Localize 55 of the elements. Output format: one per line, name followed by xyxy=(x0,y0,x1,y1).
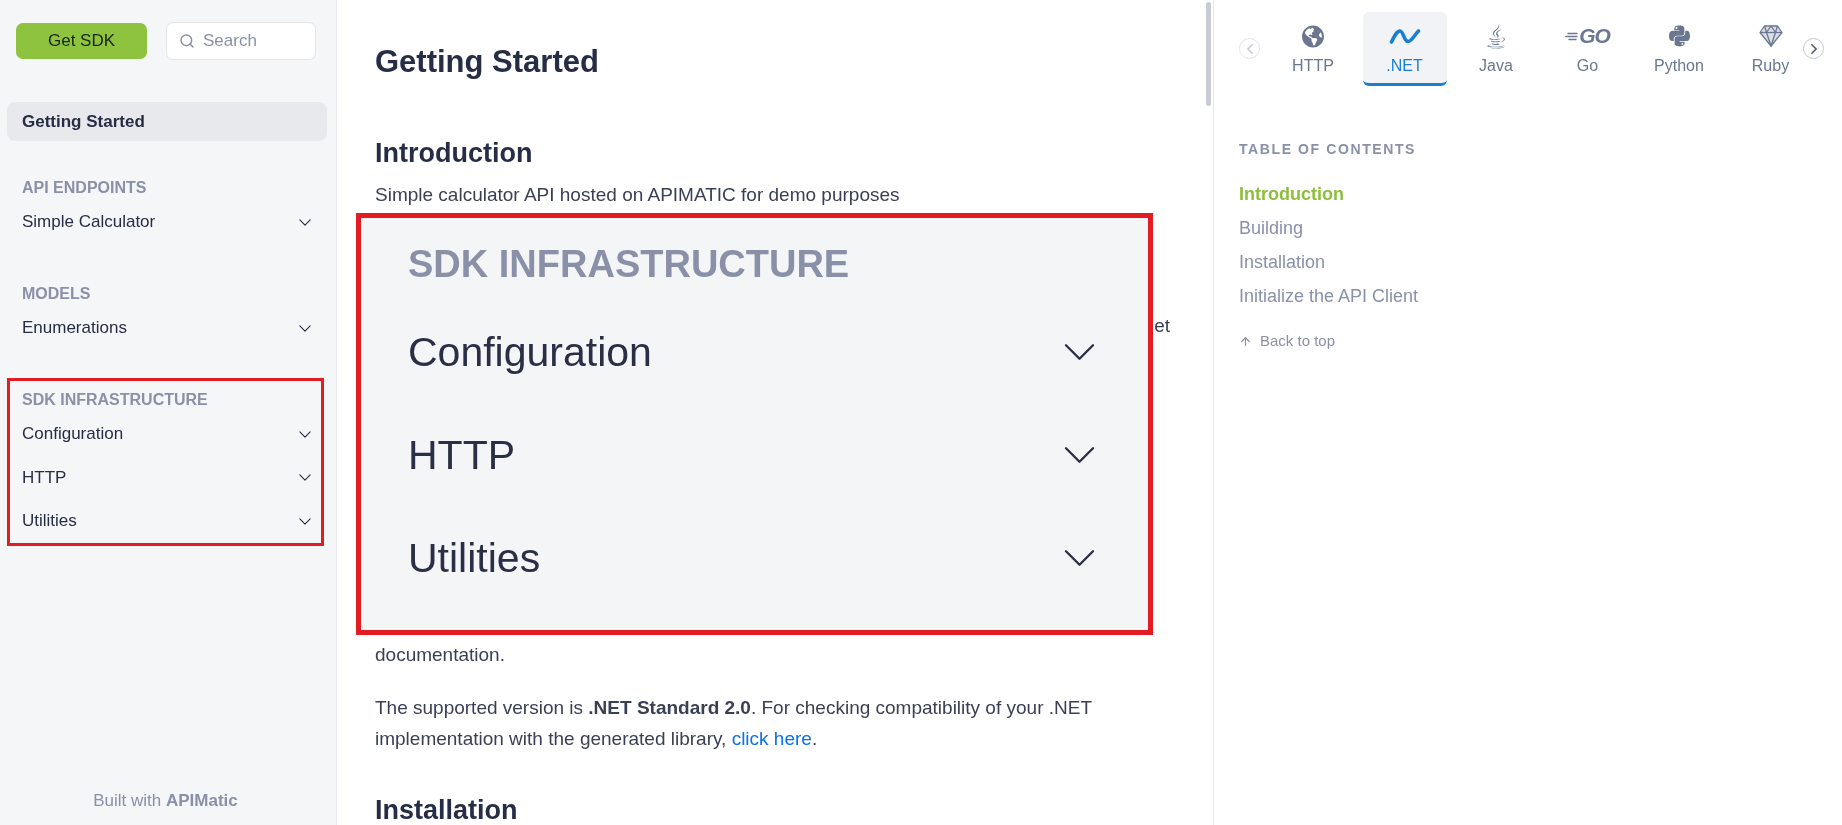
scrollbar-thumb[interactable] xyxy=(1206,2,1211,106)
gem-icon xyxy=(1758,25,1783,47)
back-to-top-link[interactable]: Back to top xyxy=(1239,332,1336,350)
next-button[interactable] xyxy=(1803,38,1824,59)
toc-link[interactable]: Initialize the API Client xyxy=(1239,279,1419,313)
callout-item: HTTP xyxy=(408,403,1096,507)
callout-heading: SDK INFRASTRUCTURE xyxy=(408,242,851,287)
text-fragment: et xyxy=(1154,314,1170,336)
callout-item: Utilities xyxy=(408,506,1096,610)
section-heading: Introduction xyxy=(375,138,534,168)
python-logo-icon xyxy=(1668,24,1690,48)
search-field[interactable]: Search xyxy=(166,22,316,60)
chevron-down-icon xyxy=(299,218,311,226)
sidebar-section-heading: MODELS xyxy=(22,283,92,304)
logo-wordmark: GO xyxy=(1579,25,1610,47)
chevron-left-icon xyxy=(1246,43,1253,54)
chevron-down-icon xyxy=(299,474,311,482)
search-icon xyxy=(179,33,195,49)
sidebar-item[interactable]: Simple Calculator xyxy=(22,200,311,244)
sidebar-section-heading: SDK INFRASTRUCTURE xyxy=(22,389,209,410)
toc-heading: TABLE OF CONTENTS xyxy=(1239,140,1417,158)
page-title: Getting Started xyxy=(375,43,600,80)
sidebar-item[interactable]: Configuration xyxy=(22,412,311,456)
sidebar-item[interactable]: Getting Started xyxy=(7,102,327,141)
sidebar-item[interactable]: HTTP xyxy=(22,456,311,500)
language-tab[interactable]: .NET xyxy=(1362,12,1447,86)
chevron-down-icon xyxy=(1063,446,1096,464)
speed-lines-icon xyxy=(1565,31,1579,41)
paragraph: documentation. xyxy=(375,642,506,667)
sidebar-section-heading: API ENDPOINTS xyxy=(22,177,148,198)
sidebar-item[interactable]: Utilities xyxy=(22,499,311,543)
inline-link[interactable]: click here xyxy=(731,727,812,749)
globe-icon xyxy=(1302,24,1324,48)
arrow-up-icon xyxy=(1239,334,1252,348)
language-tab[interactable]: GO Go xyxy=(1545,12,1630,86)
toc-link[interactable]: Building xyxy=(1239,211,1304,245)
wave-logo-icon xyxy=(1388,28,1421,44)
footer-credit: Built with APIMatic xyxy=(92,790,239,812)
chevron-down-icon xyxy=(1063,549,1096,567)
chevron-down-icon xyxy=(299,324,311,332)
paragraph: Simple calculator API hosted on APIMATIC for demo purposes xyxy=(375,183,901,207)
coffee-cup-icon xyxy=(1487,23,1505,49)
chevron-down-icon xyxy=(1063,343,1096,361)
toc-link[interactable]: Installation xyxy=(1239,245,1326,279)
chevron-down-icon xyxy=(299,517,311,525)
language-tab[interactable]: HTTP xyxy=(1271,12,1355,86)
chevron-down-icon xyxy=(299,430,311,438)
section-heading: Installation xyxy=(375,794,519,825)
callout-item: Configuration xyxy=(408,300,1096,404)
chevron-right-icon xyxy=(1810,43,1817,54)
get-sdk-button[interactable]: Get SDK xyxy=(16,23,147,59)
language-tab[interactable]: Java xyxy=(1454,12,1538,86)
sidebar-item[interactable]: Enumerations xyxy=(22,306,311,350)
language-tab[interactable]: Python xyxy=(1637,12,1721,86)
paragraph: The supported version is .NET Standard 2.0. For checking compatibility of your .NET implementation with the generated library, click here. xyxy=(375,695,1093,751)
